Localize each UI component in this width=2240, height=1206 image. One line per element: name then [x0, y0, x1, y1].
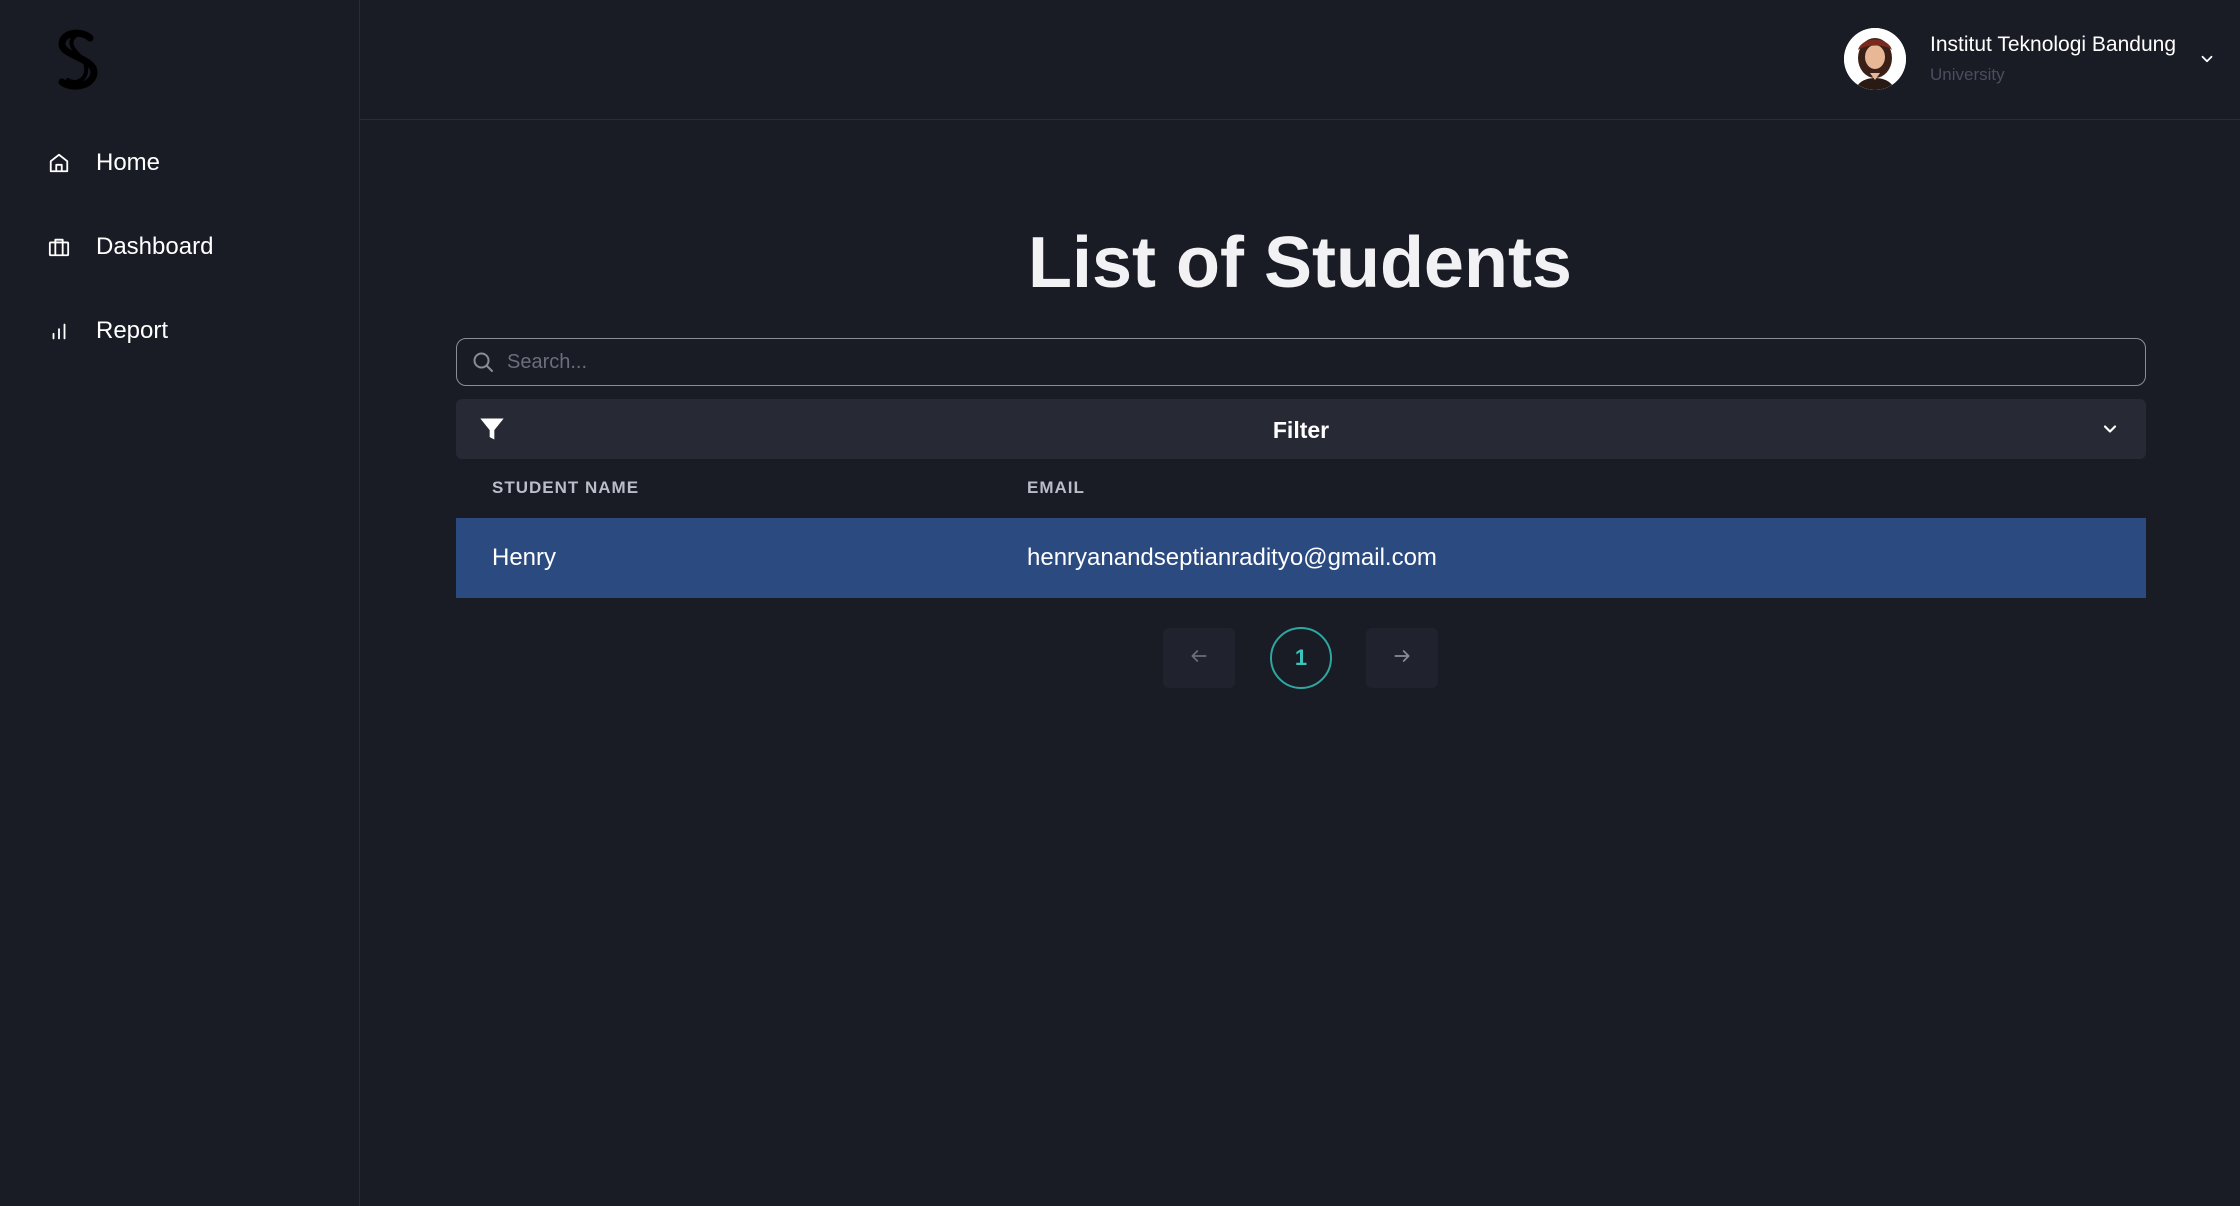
sidebar-item-label: Home: [96, 149, 161, 176]
logo-icon[interactable]: [52, 28, 104, 92]
briefcase-icon: [46, 234, 72, 260]
top-bar: Institut Teknologi Bandung University: [360, 0, 2240, 120]
chevron-down-icon[interactable]: [2198, 50, 2216, 73]
user-name: Institut Teknologi Bandung: [1930, 33, 2176, 56]
column-header-student-name[interactable]: STUDENT NAME: [492, 478, 639, 498]
table-row[interactable]: Henry henryanandseptianradityo@gmail.com: [456, 518, 2146, 598]
student-name-cell: Henry: [492, 544, 557, 571]
search-input[interactable]: [507, 342, 2145, 382]
sidebar-item-report[interactable]: Report: [46, 306, 326, 356]
column-header-email[interactable]: EMAIL: [1027, 478, 1085, 498]
page-title: List of Students: [1028, 223, 1572, 303]
sidebar: Home Dashboard Report: [0, 0, 360, 1206]
chevron-down-icon: [2100, 419, 2120, 439]
search-box[interactable]: [456, 338, 2146, 386]
home-icon: [46, 150, 72, 176]
next-page-button[interactable]: [1366, 628, 1438, 688]
arrow-left-icon: [1189, 646, 1209, 671]
search-icon: [471, 350, 495, 374]
page-button-current[interactable]: 1: [1270, 627, 1332, 689]
avatar[interactable]: [1844, 28, 1907, 90]
user-role: University: [1930, 65, 2005, 84]
filter-toggle[interactable]: Filter: [456, 399, 2146, 459]
sidebar-item-home[interactable]: Home: [46, 138, 326, 188]
filter-label: Filter: [1272, 417, 1330, 443]
sidebar-item-label: Dashboard: [96, 233, 214, 260]
bar-chart-icon: [46, 318, 72, 344]
user-info: Institut Teknologi Bandung University: [1930, 33, 2176, 85]
sidebar-item-label: Report: [96, 317, 169, 344]
student-email-cell: henryanandseptianradityo@gmail.com: [1027, 544, 1437, 571]
sidebar-item-dashboard[interactable]: Dashboard: [46, 222, 326, 272]
previous-page-button[interactable]: [1163, 628, 1235, 688]
arrow-right-icon: [1392, 646, 1412, 671]
user-menu[interactable]: Institut Teknologi Bandung University: [1844, 28, 2216, 90]
